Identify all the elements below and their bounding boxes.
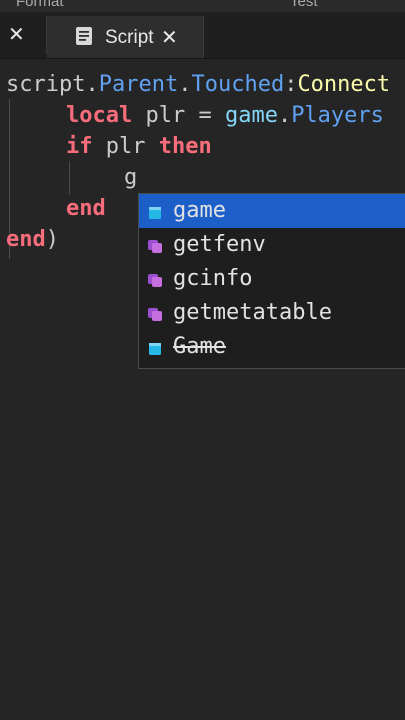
code-line-3: if plr then	[66, 134, 212, 159]
code-line-4: g	[124, 165, 138, 190]
tab-close-icon[interactable]: ✕	[161, 25, 178, 50]
autocomplete-item-getfenv[interactable]: getfenv	[139, 228, 405, 262]
autocomplete-item-getmetatable[interactable]: getmetatable	[139, 296, 405, 330]
function-icon	[148, 308, 162, 321]
menu-format[interactable]: Format	[16, 0, 64, 10]
tab-script[interactable]: Script ✕	[47, 16, 204, 58]
autocomplete-item-gcinfo[interactable]: gcinfo	[139, 262, 405, 296]
autocomplete-popup: game getfenv gcinfo getmetatable Game	[138, 193, 405, 369]
indent-guide	[69, 161, 70, 195]
document-icon	[76, 27, 92, 45]
autocomplete-item-game[interactable]: game	[139, 194, 405, 228]
menu-bar: Format Test	[0, 0, 405, 12]
cube-icon	[149, 343, 161, 355]
function-icon	[148, 240, 162, 253]
code-line-1: script.Parent.Touched:Connect	[6, 72, 391, 97]
code-line-6: end)	[6, 227, 59, 252]
function-icon	[148, 274, 162, 287]
tab-bar: ✕ Script ✕	[0, 12, 405, 59]
cube-icon	[149, 207, 161, 219]
autocomplete-item-game-deprecated[interactable]: Game	[139, 330, 405, 364]
previous-tab-close-icon[interactable]: ✕	[8, 24, 25, 46]
code-line-5: end	[66, 196, 106, 221]
menu-test[interactable]: Test	[290, 0, 318, 10]
code-line-2: local plr = game.Players	[66, 103, 384, 128]
tab-label: Script	[105, 27, 154, 48]
code-editor[interactable]: script.Parent.Touched:Connect local plr …	[0, 59, 405, 720]
